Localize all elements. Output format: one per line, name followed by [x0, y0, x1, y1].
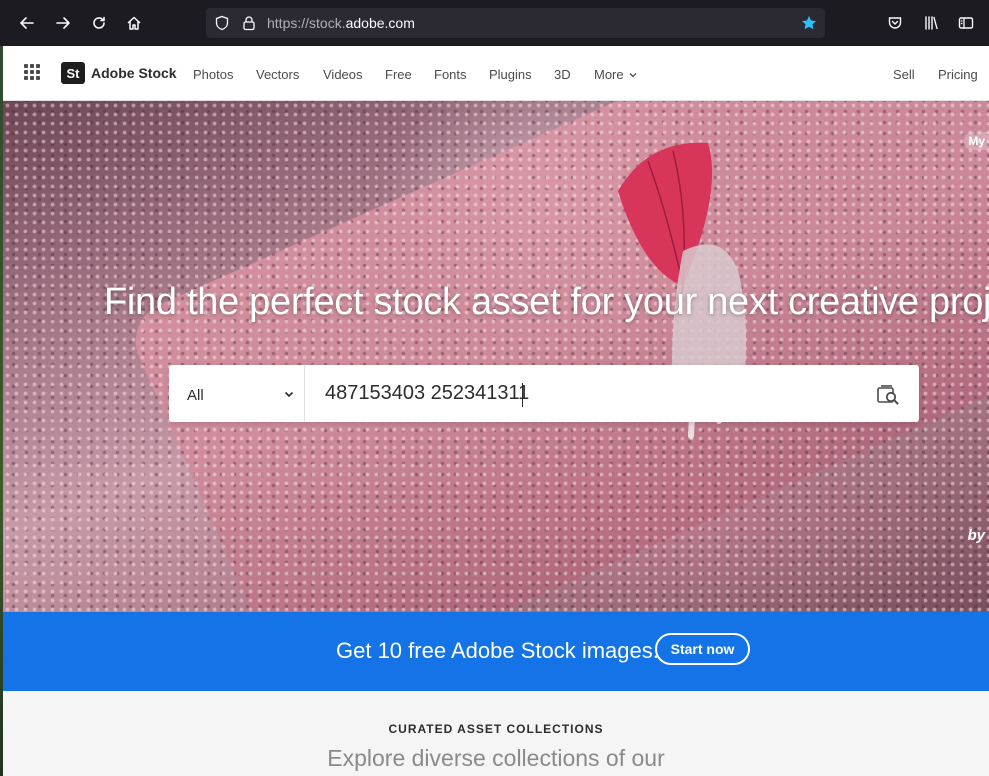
hero-title: Find the perfect stock asset for your ne…: [104, 281, 989, 323]
nav-free[interactable]: Free: [385, 67, 412, 82]
promo-text: Get 10 free Adobe Stock images.: [336, 638, 659, 663]
hero-edge-label[interactable]: My: [964, 132, 989, 150]
pocket-button[interactable]: [884, 12, 906, 34]
nav-fonts[interactable]: Fonts: [434, 67, 467, 82]
nav-sell[interactable]: Sell: [893, 67, 915, 82]
pocket-icon: [888, 17, 902, 29]
chevron-down-icon: [629, 72, 637, 77]
promo-banner: Get 10 free Adobe Stock images. Start no…: [3, 612, 989, 691]
reload-icon: [93, 16, 105, 29]
start-now-button[interactable]: Start now: [655, 633, 750, 665]
curated-eyebrow: CURATED ASSET COLLECTIONS: [388, 722, 604, 736]
hero-background-texture: [3, 101, 989, 612]
star-icon[interactable]: [801, 15, 817, 31]
url-text[interactable]: https://stock.adobe.com: [267, 15, 415, 31]
reload-button[interactable]: [85, 9, 113, 37]
brand-name: Adobe Stock: [91, 65, 177, 81]
curated-heading: Explore diverse collections of our: [327, 745, 665, 771]
visual-search-icon[interactable]: [877, 385, 899, 405]
site-header: St Adobe Stock Photos Vectors Videos Fre…: [3, 46, 989, 101]
sidebar-icon: [958, 17, 974, 29]
hero-section: My Find the perfect stock asset for your…: [3, 101, 989, 612]
curated-section: CURATED ASSET COLLECTIONS Explore divers…: [3, 691, 989, 776]
nav-pricing[interactable]: Pricing: [938, 67, 978, 82]
chevron-down-icon: [284, 391, 294, 398]
url-domain: adobe.com: [345, 15, 415, 31]
nav-more-label: More: [594, 67, 624, 82]
sidebar-button[interactable]: [955, 12, 977, 34]
search-category-label: All: [187, 387, 204, 404]
search-bar: All: [169, 365, 919, 422]
search-input[interactable]: [306, 365, 866, 422]
back-button[interactable]: [13, 9, 41, 37]
shield-icon[interactable]: [214, 15, 230, 31]
arrow-right-icon: [56, 17, 70, 29]
nav-photos[interactable]: Photos: [193, 67, 233, 82]
forward-button[interactable]: [49, 9, 77, 37]
home-icon: [127, 16, 141, 30]
search-category-select[interactable]: All: [169, 365, 305, 422]
library-icon: [925, 16, 938, 30]
adobe-stock-logo: St: [61, 62, 85, 84]
browser-toolbar: https://stock.adobe.com: [0, 0, 989, 46]
nav-videos[interactable]: Videos: [323, 67, 363, 82]
hero-credit-label: by: [967, 527, 985, 544]
nav-plugins[interactable]: Plugins: [489, 67, 532, 82]
arrow-left-icon: [20, 17, 34, 29]
brand-link[interactable]: St Adobe Stock: [61, 62, 177, 84]
url-prefix: https://stock.: [267, 15, 346, 31]
text-caret: [522, 383, 523, 407]
nav-3d[interactable]: 3D: [554, 67, 571, 82]
nav-more[interactable]: More: [594, 67, 637, 82]
library-button[interactable]: [920, 12, 942, 34]
app-switcher-icon[interactable]: [24, 64, 40, 80]
nav-vectors[interactable]: Vectors: [256, 67, 299, 82]
url-bar[interactable]: https://stock.adobe.com: [206, 8, 825, 38]
home-button[interactable]: [120, 9, 148, 37]
lock-icon[interactable]: [241, 15, 257, 31]
